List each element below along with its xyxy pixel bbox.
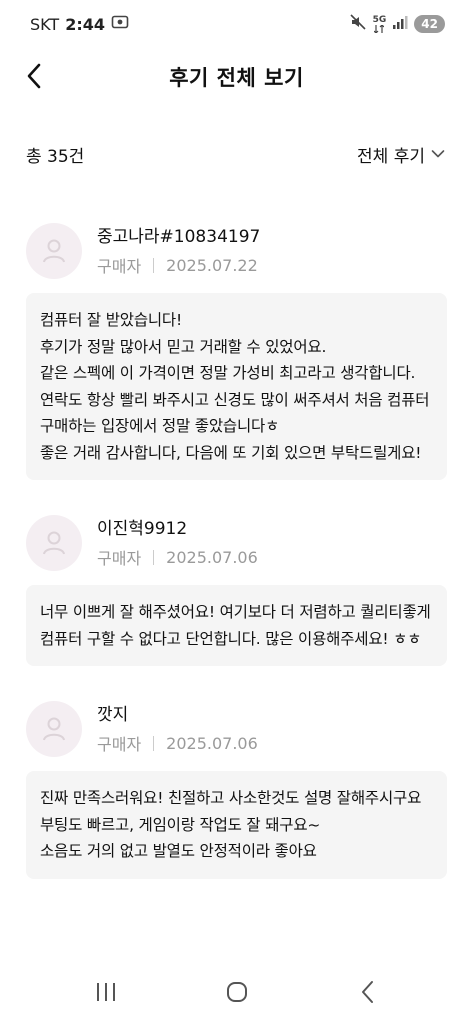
- review-filter-dropdown[interactable]: 전체 후기: [357, 142, 445, 167]
- network-type-label: 5G: [372, 14, 387, 25]
- recent-apps-button[interactable]: [76, 970, 136, 1014]
- filter-label: 전체 후기: [357, 146, 425, 167]
- system-navigation-bar: [0, 960, 473, 1024]
- avatar[interactable]: [26, 223, 82, 279]
- reviewer-nickname[interactable]: 깟지: [97, 703, 258, 727]
- recent-apps-icon: [96, 983, 115, 1001]
- total-review-count: 총 35건: [26, 146, 85, 167]
- reviewer-nickname[interactable]: 중고나라#10834197: [97, 225, 260, 249]
- network-5g-icon: 5G: [372, 14, 387, 33]
- review-date: 2025.07.06: [166, 733, 258, 753]
- home-icon: [226, 982, 247, 1002]
- home-button[interactable]: [207, 970, 267, 1014]
- back-button[interactable]: [16, 58, 52, 94]
- review-text: 너무 이쁘게 잘 해주셨어요! 여기보다 더 저렴하고 퀄리티좋게 컴퓨터 구할…: [26, 585, 447, 666]
- avatar[interactable]: [26, 515, 82, 571]
- review-item: 이진혁9912 구매자 2025.07.06 너무 이쁘게 잘 해주셨어요! 여…: [0, 510, 473, 666]
- review-date: 2025.07.22: [166, 255, 258, 275]
- divider: [153, 735, 155, 751]
- signal-icon: [392, 14, 408, 34]
- divider: [153, 257, 155, 273]
- chevron-left-icon: [27, 63, 41, 89]
- review-item: 깟지 구매자 2025.07.06 진짜 만족스러워요! 친절하고 사소한것도 …: [0, 696, 473, 879]
- carrier-label: SKT: [30, 14, 60, 34]
- review-list: 중고나라#10834197 구매자 2025.07.22 컴퓨터 잘 받았습니다…: [0, 218, 473, 909]
- screen-record-icon: [111, 14, 129, 34]
- chevron-down-icon: [431, 150, 445, 158]
- divider: [153, 549, 155, 565]
- status-bar: SKT 2:44 5G 42: [0, 0, 473, 48]
- review-text: 컴퓨터 잘 받았습니다! 후기가 정말 많아서 믿고 거래할 수 있었어요. 같…: [26, 293, 447, 480]
- reviewer-role: 구매자: [97, 735, 142, 754]
- app-header: 후기 전체 보기: [0, 52, 473, 102]
- review-summary-row: 총 35건 전체 후기: [0, 138, 473, 170]
- page-title: 후기 전체 보기: [169, 66, 304, 90]
- clock: 2:44: [65, 14, 105, 34]
- user-icon: [43, 239, 65, 263]
- user-icon: [43, 531, 65, 555]
- review-item: 중고나라#10834197 구매자 2025.07.22 컴퓨터 잘 받았습니다…: [0, 218, 473, 480]
- mute-icon: [349, 13, 367, 35]
- battery-indicator: 42: [414, 15, 445, 33]
- review-date: 2025.07.06: [166, 547, 258, 567]
- user-icon: [43, 717, 65, 741]
- review-text: 진짜 만족스러워요! 친절하고 사소한것도 설명 잘해주시구요 부팅도 빠르고,…: [26, 771, 447, 879]
- reviewer-role: 구매자: [97, 549, 142, 568]
- reviewer-nickname[interactable]: 이진혁9912: [97, 517, 258, 541]
- system-back-button[interactable]: [338, 970, 398, 1014]
- reviewer-role: 구매자: [97, 257, 142, 276]
- chevron-left-icon: [361, 981, 373, 1003]
- avatar[interactable]: [26, 701, 82, 757]
